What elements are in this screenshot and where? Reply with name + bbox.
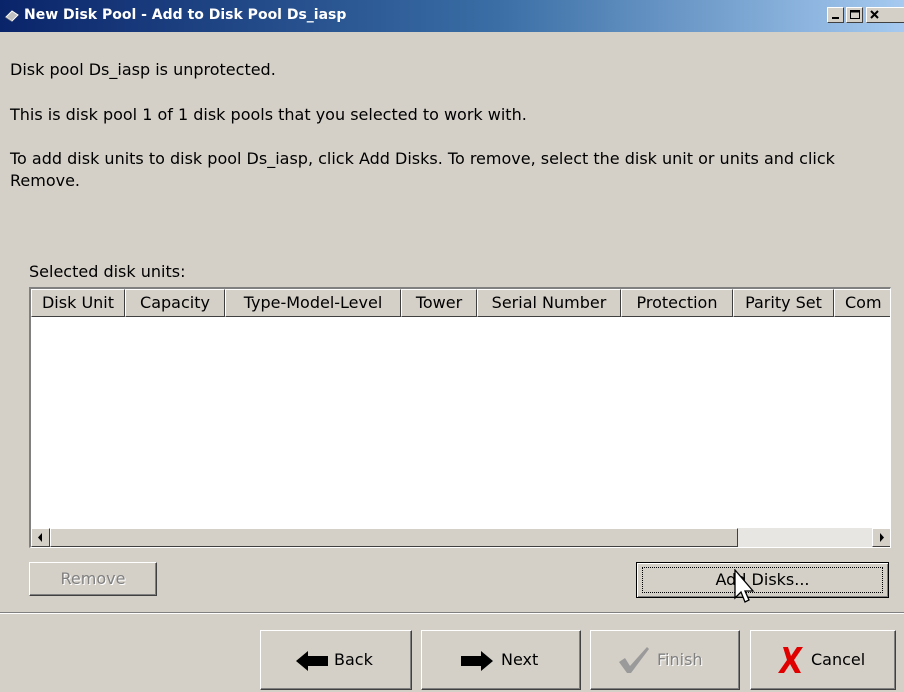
column-header-serial-number[interactable]: Serial Number <box>477 289 621 317</box>
title-bar[interactable]: New Disk Pool - Add to Disk Pool Ds_iasp <box>0 0 904 32</box>
arrow-right-icon <box>461 651 493 671</box>
close-icon <box>870 10 879 19</box>
disk-units-table[interactable]: Disk Unit Capacity Type-Model-Level Towe… <box>29 287 891 548</box>
remove-button[interactable]: Remove <box>29 562 157 596</box>
close-button[interactable] <box>866 7 904 23</box>
column-header-parity-set[interactable]: Parity Set <box>733 289 834 317</box>
add-disks-button[interactable]: Add Disks... <box>636 562 889 598</box>
finish-button[interactable]: Finish <box>590 630 740 690</box>
window-title: New Disk Pool - Add to Disk Pool Ds_iasp <box>24 7 347 23</box>
minimize-button[interactable] <box>827 7 844 23</box>
column-header-disk-unit[interactable]: Disk Unit <box>31 289 125 317</box>
protection-status-text: Disk pool Ds_iasp is unprotected. <box>10 60 276 79</box>
column-header-tower[interactable]: Tower <box>401 289 477 317</box>
next-button[interactable]: Next <box>421 630 581 690</box>
horizontal-scrollbar[interactable] <box>31 528 890 547</box>
next-label: Next <box>501 650 539 669</box>
cancel-label: Cancel <box>811 650 866 669</box>
back-button[interactable]: Back <box>260 630 412 690</box>
column-header-protection[interactable]: Protection <box>621 289 733 317</box>
arrow-left-icon <box>38 533 42 542</box>
arrow-right-icon <box>880 533 884 542</box>
column-header-compression[interactable]: Com <box>834 289 890 317</box>
maximize-icon <box>850 10 860 19</box>
footer-separator-highlight <box>0 613 904 614</box>
arrow-left-icon <box>296 651 328 671</box>
mouse-pointer-icon <box>734 569 755 603</box>
maximize-button[interactable] <box>846 7 863 23</box>
focus-indicator <box>642 567 883 593</box>
instructions-text: To add disk units to disk pool Ds_iasp, … <box>10 149 835 190</box>
red-x-icon <box>778 647 803 673</box>
finish-label: Finish <box>657 650 703 669</box>
back-label: Back <box>334 650 373 669</box>
column-header-capacity[interactable]: Capacity <box>125 289 225 317</box>
scroll-right-button[interactable] <box>872 528 890 547</box>
minimize-icon <box>832 17 839 19</box>
checkmark-icon <box>619 647 649 673</box>
column-header-type-model-level[interactable]: Type-Model-Level <box>225 289 401 317</box>
scrollbar-thumb[interactable] <box>50 528 738 547</box>
selected-disk-units-label: Selected disk units: <box>29 262 186 281</box>
disk-pool-icon <box>4 8 20 24</box>
cancel-button[interactable]: Cancel <box>750 630 896 690</box>
selection-info-text: This is disk pool 1 of 1 disk pools that… <box>10 105 527 124</box>
scroll-left-button[interactable] <box>31 528 50 547</box>
